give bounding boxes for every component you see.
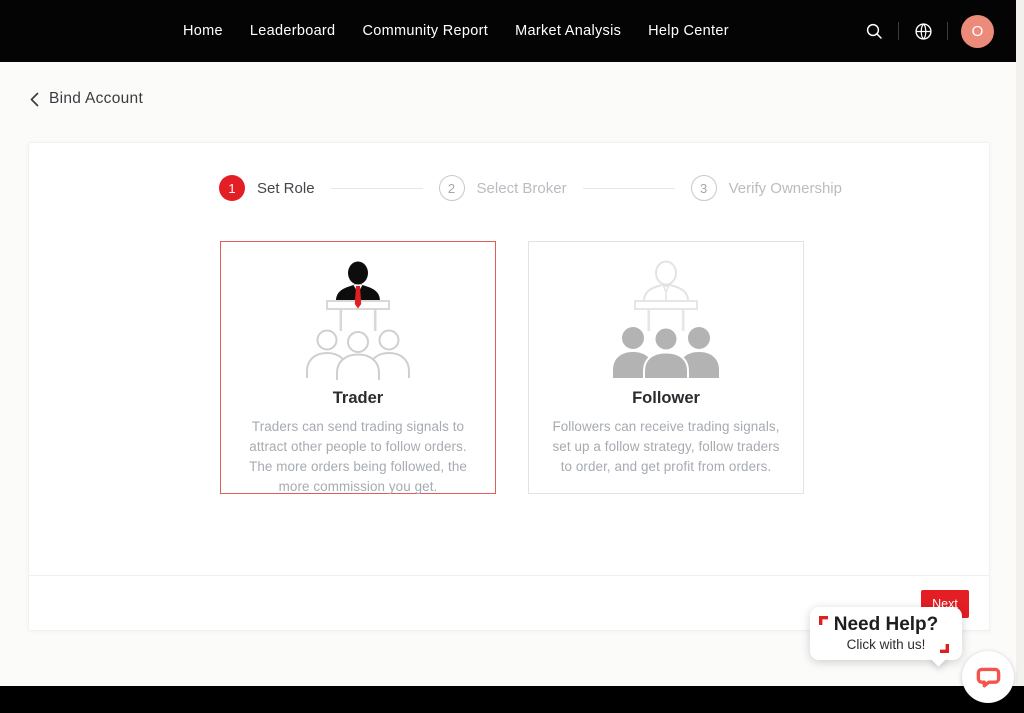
step-number-badge: 1 [219, 175, 245, 201]
top-navigation-bar: Home Leaderboard Community Report Market… [0, 0, 1016, 62]
step-label: Select Broker [477, 180, 567, 197]
nav-item-leaderboard[interactable]: Leaderboard [250, 23, 336, 39]
nav-divider [947, 22, 948, 40]
role-card-follower[interactable]: Follower Followers can receive trading s… [528, 241, 804, 494]
trader-podium-icon [221, 252, 495, 387]
step-select-broker: 2 Select Broker [439, 175, 567, 201]
stepper: 1 Set Role 2 Select Broker 3 Verify Owne… [219, 175, 842, 201]
step-set-role: 1 Set Role [219, 175, 315, 201]
role-card-trader[interactable]: Trader Traders can send trading signals … [220, 241, 496, 494]
nav-item-community-report[interactable]: Community Report [362, 23, 488, 39]
livechat-button[interactable] [962, 651, 1014, 703]
role-description-trader: Traders can send trading signals to attr… [237, 417, 479, 497]
avatar[interactable]: O [961, 15, 994, 48]
page-title: Bind Account [49, 90, 143, 108]
back-link[interactable]: Bind Account [30, 90, 143, 108]
globe-language-icon[interactable] [912, 20, 934, 42]
role-title-trader: Trader [221, 389, 495, 408]
role-title-follower: Follower [529, 389, 803, 408]
search-icon[interactable] [863, 20, 885, 42]
nav-item-home[interactable]: Home [183, 23, 223, 39]
nav-divider [898, 22, 899, 40]
step-label: Verify Ownership [729, 180, 842, 197]
step-number-badge: 2 [439, 175, 465, 201]
step-number-badge: 3 [691, 175, 717, 201]
step-verify-ownership: 3 Verify Ownership [691, 175, 842, 201]
red-corner-mark-icon [819, 616, 828, 625]
help-subtitle: Click with us! [847, 637, 926, 652]
follower-audience-icon [529, 252, 803, 387]
help-title: Need Help? [834, 615, 939, 636]
step-connector [583, 188, 675, 189]
nav-links: Home Leaderboard Community Report Market… [183, 23, 729, 39]
role-description-follower: Followers can receive trading signals, s… [545, 417, 787, 477]
bind-account-card: 1 Set Role 2 Select Broker 3 Verify Owne… [28, 142, 990, 631]
step-connector [331, 188, 423, 189]
chat-bubble-icon [975, 664, 1002, 691]
page-footer-bar [0, 686, 1024, 713]
nav-item-market-analysis[interactable]: Market Analysis [515, 23, 621, 39]
nav-right-controls: O [863, 0, 994, 62]
red-corner-mark-icon [940, 644, 949, 653]
step-label: Set Role [257, 180, 315, 197]
nav-item-help-center[interactable]: Help Center [648, 23, 729, 39]
chevron-left-icon [30, 92, 39, 107]
scrollbar-track[interactable] [1016, 0, 1024, 686]
need-help-tooltip[interactable]: Need Help? Click with us! [810, 607, 962, 660]
bind-account-page: Home Leaderboard Community Report Market… [0, 0, 1024, 713]
